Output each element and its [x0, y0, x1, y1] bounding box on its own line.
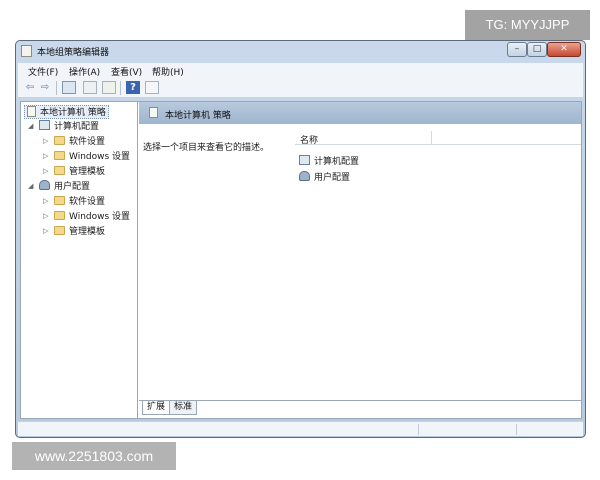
tree-label: 管理模板 — [69, 227, 106, 237]
expand-icon[interactable]: ▷ — [43, 167, 48, 175]
toolbar: ⇦ ⇨ ? — [18, 78, 583, 98]
export-list-icon[interactable] — [102, 81, 116, 94]
folder-icon — [54, 196, 65, 205]
view-tabs: 扩展 标准 — [139, 400, 581, 418]
expand-icon[interactable]: ▷ — [43, 227, 48, 235]
group-policy-editor-window: 本地组策略编辑器 – □ ✕ 文件(F) 操作(A) 查看(V) 帮助(H) ⇦… — [15, 40, 586, 438]
details-header-title: 本地计算机 策略 — [165, 111, 231, 121]
computer-icon — [299, 155, 310, 165]
menu-help[interactable]: 帮助(H) — [152, 65, 184, 78]
app-icon — [21, 45, 32, 57]
close-button[interactable]: ✕ — [547, 42, 581, 57]
menu-bar: 文件(F) 操作(A) 查看(V) 帮助(H) — [18, 63, 583, 78]
tree-software-settings[interactable]: 软件设置 — [54, 195, 105, 209]
list-item-user-config[interactable]: 用户配置 — [299, 170, 350, 183]
user-icon — [39, 180, 50, 190]
expand-icon[interactable]: ▷ — [43, 137, 48, 145]
folder-icon — [54, 211, 65, 220]
window-title: 本地组策略编辑器 — [37, 48, 110, 58]
tree-label: Windows 设置 — [69, 212, 131, 222]
expand-icon[interactable]: ▷ — [43, 152, 48, 160]
policy-icon — [27, 106, 36, 117]
maximize-button[interactable]: □ — [527, 42, 547, 57]
tree-software-settings[interactable]: 软件设置 — [54, 135, 105, 149]
view-icon[interactable] — [145, 81, 159, 94]
tree-windows-settings[interactable]: Windows 设置 — [54, 150, 130, 164]
properties-icon[interactable] — [83, 81, 97, 94]
column-name[interactable]: 名称 — [300, 133, 318, 146]
minimize-button[interactable]: – — [507, 42, 527, 57]
tree-pane: 本地计算机 策略 ◢ 计算机配置 ▷ 软件设置 ▷ Windows 设置 ▷ 管… — [21, 102, 138, 418]
folder-icon — [54, 226, 65, 235]
policy-icon — [149, 107, 158, 118]
details-header: 本地计算机 策略 — [139, 102, 581, 124]
status-bar — [18, 421, 583, 436]
tree-computer-config[interactable]: 计算机配置 — [39, 120, 99, 134]
folder-icon — [54, 136, 65, 145]
menu-file[interactable]: 文件(F) — [28, 65, 58, 78]
status-divider — [418, 424, 419, 435]
main-content: 本地计算机 策略 ◢ 计算机配置 ▷ 软件设置 ▷ Windows 设置 ▷ 管… — [20, 101, 582, 419]
column-divider[interactable] — [431, 131, 432, 145]
back-arrow-icon[interactable]: ⇦ — [23, 81, 37, 94]
folder-icon — [54, 151, 65, 160]
computer-icon — [39, 120, 50, 130]
expand-icon[interactable]: ▷ — [43, 197, 48, 205]
tree-root-label: 本地计算机 策略 — [40, 108, 106, 118]
tab-expand[interactable]: 扩展 — [142, 401, 171, 415]
tree-user-config[interactable]: 用户配置 — [39, 180, 90, 194]
list-column-header[interactable]: 名称 — [295, 131, 581, 146]
tree-label: 管理模板 — [69, 167, 106, 177]
toolbar-separator — [120, 81, 121, 95]
title-bar: 本地组策略编辑器 – □ ✕ — [16, 41, 585, 61]
tree-label: 软件设置 — [69, 197, 106, 207]
expand-icon[interactable]: ▷ — [43, 212, 48, 220]
tree-label: 用户配置 — [54, 182, 91, 192]
list-item-label: 用户配置 — [314, 173, 351, 183]
toolbar-separator — [56, 81, 57, 95]
list-item-computer-config[interactable]: 计算机配置 — [299, 154, 359, 167]
menu-action[interactable]: 操作(A) — [69, 65, 100, 78]
collapse-icon[interactable]: ◢ — [28, 182, 33, 190]
tree-label: 计算机配置 — [54, 122, 100, 132]
tree-label: 软件设置 — [69, 137, 106, 147]
tab-standard[interactable]: 标准 — [169, 401, 198, 415]
forward-arrow-icon[interactable]: ⇨ — [38, 81, 52, 94]
folder-icon — [54, 166, 65, 175]
description-text: 选择一个项目来查看它的描述。 — [143, 143, 270, 153]
user-icon — [299, 171, 310, 181]
help-icon[interactable]: ? — [126, 81, 140, 94]
status-divider — [516, 424, 517, 435]
tree-root[interactable]: 本地计算机 策略 — [24, 105, 109, 119]
show-hide-tree-icon[interactable] — [62, 81, 76, 94]
tree-admin-templates[interactable]: 管理模板 — [54, 165, 105, 179]
menu-view[interactable]: 查看(V) — [111, 65, 142, 78]
tree-windows-settings[interactable]: Windows 设置 — [54, 210, 130, 224]
details-pane: 本地计算机 策略 选择一个项目来查看它的描述。 名称 计算机配置 用户配置 扩展… — [139, 102, 581, 418]
tree-label: Windows 设置 — [69, 152, 131, 162]
list-item-label: 计算机配置 — [314, 157, 360, 167]
watermark-top: TG: MYYJJPP — [465, 10, 590, 40]
watermark-bottom: www.2251803.com — [12, 442, 176, 470]
collapse-icon[interactable]: ◢ — [28, 122, 33, 130]
tree-admin-templates[interactable]: 管理模板 — [54, 225, 105, 239]
